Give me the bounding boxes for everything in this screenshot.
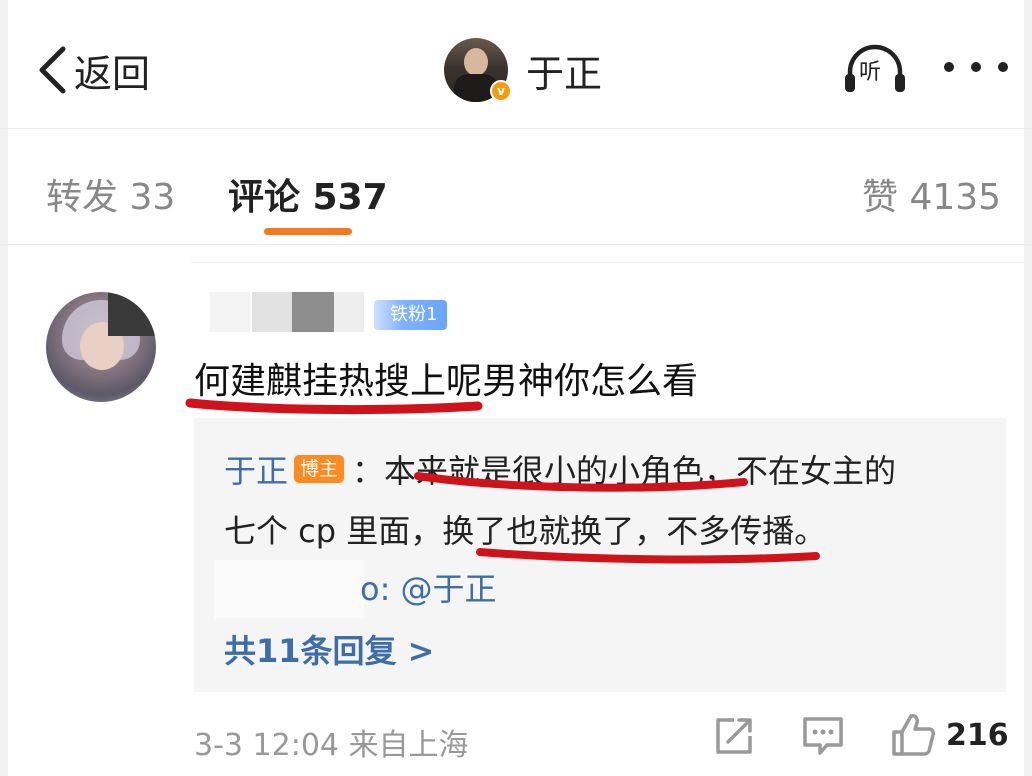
reply-first-line: 于正 博主 ：本来就是很小的小角色，不在女主的	[224, 446, 896, 492]
active-tab-indicator	[264, 228, 352, 235]
commenter-avatar[interactable]	[46, 292, 156, 402]
more-dots-icon	[944, 62, 954, 72]
more-options-button[interactable]	[944, 54, 1008, 80]
tab-comments[interactable]: 评论 537	[228, 168, 388, 220]
comment-icon	[803, 717, 843, 755]
page-title: 于正	[526, 51, 603, 96]
more-replies-link[interactable]: 共11条回复 >	[224, 626, 435, 672]
reply-username-redacted	[214, 560, 364, 618]
reply-box[interactable]: 于正 博主 ：本来就是很小的小角色，不在女主的 七个 cp 里面，换了也就换了，…	[194, 418, 1006, 692]
more-dots-icon	[998, 62, 1008, 72]
username-redacted[interactable]	[252, 292, 292, 332]
back-button[interactable]: 返回	[36, 40, 150, 100]
like-button[interactable]	[890, 710, 936, 758]
reply-author-link[interactable]: 于正	[224, 446, 288, 492]
username-redacted[interactable]	[334, 292, 364, 332]
comment-text: 何建麒挂热搜上呢男神你怎么看	[194, 361, 699, 402]
chevron-left-icon	[39, 46, 66, 94]
username-redacted[interactable]	[210, 292, 250, 332]
like-count: 216	[946, 718, 1009, 753]
back-label: 返回	[74, 51, 151, 96]
top-bar: 返回 于正 v 听	[0, 0, 1032, 129]
username-redacted[interactable]	[292, 292, 334, 332]
tab-reposts[interactable]: 转发 33	[46, 168, 175, 220]
more-dots-icon	[971, 62, 981, 72]
host-badge: 博主	[294, 455, 345, 483]
fan-level-badge: 铁粉1	[374, 300, 448, 330]
reply-text-2: 七个 cp 里面，换了也就换了，不多传播。	[224, 512, 827, 550]
thumbs-up-icon	[892, 714, 935, 756]
reply-mention[interactable]: o: @于正	[360, 564, 497, 610]
reply-text-1: ：本来就是很小的小角色，不在女主的	[352, 452, 897, 490]
avatar-face	[464, 48, 488, 76]
listen-button[interactable]: 听	[842, 44, 908, 94]
comment-meta: 3-3 12:04 来自上海	[194, 728, 469, 763]
share-icon	[716, 718, 752, 754]
verified-badge-icon: v	[490, 80, 512, 102]
listen-label: 听	[859, 60, 882, 85]
tab-likes[interactable]: 赞 4135	[862, 168, 1001, 220]
reply-button[interactable]	[800, 714, 846, 758]
avatar-mosaic	[108, 292, 156, 336]
divider	[190, 262, 1032, 263]
tab-bar: 转发 33 评论 537 赞 4135	[0, 128, 1032, 245]
share-button[interactable]	[712, 714, 756, 758]
header-profile[interactable]: 于正	[444, 38, 602, 102]
